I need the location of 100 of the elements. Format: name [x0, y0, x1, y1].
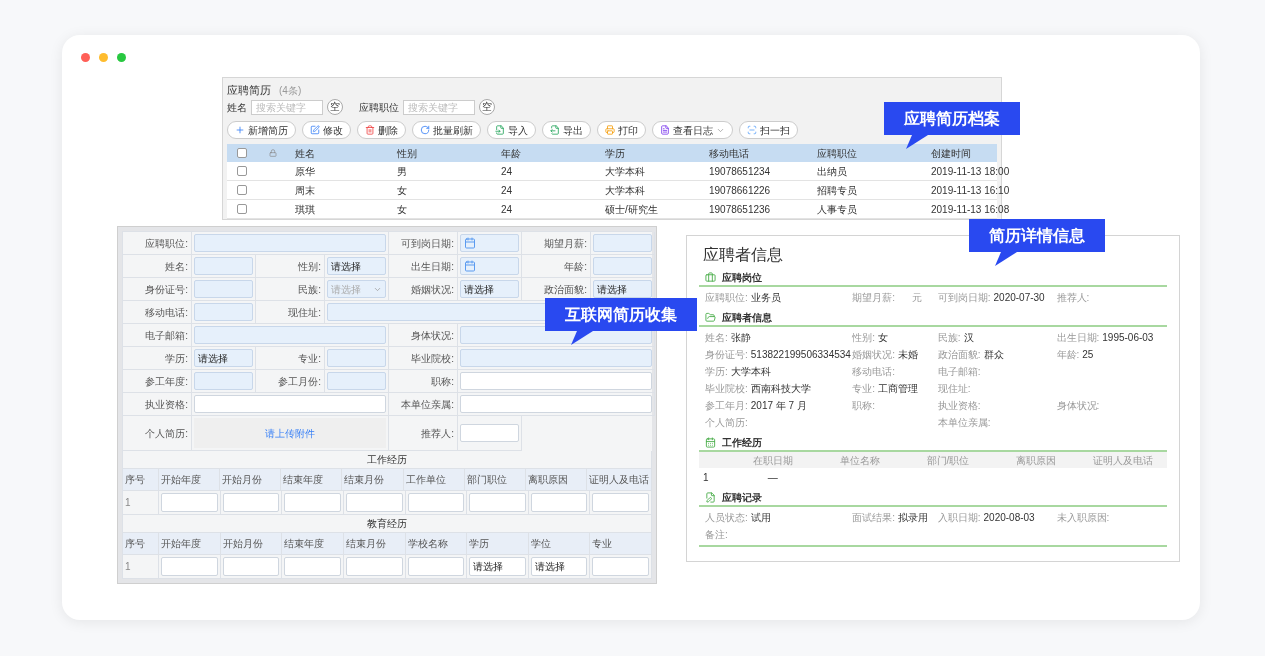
field-label: 可到岗日期: — [401, 236, 454, 251]
select-field[interactable]: 请选择 — [327, 257, 386, 275]
toolbar-button[interactable]: 打印 — [597, 121, 646, 139]
field-value: 2020-07-30 — [993, 291, 1045, 305]
table-cell-text: 大学本科 — [604, 183, 646, 198]
input-field[interactable] — [407, 493, 465, 512]
printer-icon — [605, 125, 615, 135]
input-field[interactable] — [284, 557, 341, 576]
input-field[interactable] — [345, 557, 403, 576]
input-field[interactable] — [194, 234, 386, 252]
field-value: 张静 — [730, 331, 751, 345]
field-label: 出生日期: — [1056, 331, 1100, 345]
export-icon — [550, 125, 560, 135]
input-field[interactable] — [161, 557, 218, 576]
column-header[interactable]: 创建时间 — [925, 145, 997, 161]
select-field[interactable]: 请选择 — [194, 349, 253, 367]
checkbox[interactable] — [237, 185, 247, 195]
field-label: 电子邮箱: — [145, 328, 188, 343]
toolbar-button[interactable]: 导入 — [487, 121, 536, 139]
column-header: 学历 — [469, 537, 490, 551]
table-cell-text: 原华 — [294, 164, 316, 179]
field-label: 执业资格: — [937, 399, 981, 413]
input-field[interactable] — [222, 493, 280, 512]
input-field[interactable] — [194, 395, 386, 413]
input-field[interactable] — [194, 326, 386, 344]
input-field[interactable] — [593, 257, 652, 275]
table-cell-text: 2019-11-13 18:00 — [930, 164, 1011, 179]
field-label: 应聘职位: — [705, 291, 748, 305]
column-header[interactable]: 应聘职位 — [811, 145, 925, 161]
field-label: 身体状况: — [1056, 399, 1100, 413]
table-cell-text: 招聘专员 — [816, 183, 858, 198]
field-label: 毕业院校: — [705, 382, 748, 396]
input-field[interactable] — [469, 493, 526, 512]
table-cell-text: — — [766, 470, 779, 485]
column-header[interactable]: 年龄 — [495, 145, 599, 161]
column-header[interactable]: 性别 — [391, 145, 495, 161]
callout-pointer-tooltip — [906, 135, 928, 149]
input-field[interactable] — [407, 557, 465, 576]
input-field[interactable] — [327, 349, 386, 367]
toolbar-button[interactable]: 删除 — [357, 121, 406, 139]
field-label: 参工月份: — [278, 374, 321, 389]
input-field[interactable] — [284, 493, 341, 512]
toolbar-button[interactable]: 修改 — [302, 121, 351, 139]
input-field[interactable] — [460, 424, 519, 442]
input-field[interactable] — [194, 303, 253, 321]
column-header: 序号 — [125, 473, 145, 487]
input-field[interactable] — [194, 280, 253, 298]
select-field[interactable]: 请选择 — [460, 280, 519, 298]
input-field[interactable] — [460, 349, 652, 367]
field-label: 执业资格: — [145, 397, 188, 412]
edit-icon — [310, 125, 320, 135]
select-field[interactable]: 请选择 — [530, 557, 588, 576]
toolbar-button[interactable]: 批量刷新 — [412, 121, 481, 139]
column-header[interactable]: 移动电话 — [703, 145, 811, 161]
table-cell-text: 24 — [500, 164, 514, 179]
select-field[interactable]: 请选择 — [469, 557, 526, 576]
date-field[interactable] — [460, 257, 519, 275]
date-field[interactable] — [460, 234, 519, 252]
column-header: 部门职位 — [466, 473, 507, 487]
toolbar-button[interactable]: 查看日志 — [652, 121, 733, 139]
field-label: 民族: — [298, 282, 321, 297]
input-field[interactable] — [345, 493, 403, 512]
toolbar-button[interactable]: 扫一扫 — [739, 121, 798, 139]
input-field[interactable] — [161, 493, 218, 512]
field-value: 未婚 — [898, 348, 919, 362]
input-field[interactable] — [327, 372, 386, 390]
toolbar-button[interactable]: 新增简历 — [227, 121, 296, 139]
field-label: 政治面貌: — [544, 282, 587, 297]
input-field[interactable] — [530, 493, 588, 512]
calendar-icon — [464, 260, 476, 272]
input-field[interactable] — [194, 257, 253, 275]
field-value: 汉 — [963, 331, 974, 345]
checkbox[interactable] — [237, 148, 247, 158]
clear-button[interactable]: 空 — [327, 99, 343, 115]
field-label: 期望月薪: — [544, 236, 587, 251]
column-header[interactable]: 学历 — [599, 145, 703, 161]
field-label: 个人简历: — [145, 426, 188, 441]
column-header: 单位名称 — [839, 453, 882, 468]
field-value: 试用 — [750, 511, 771, 525]
column-header[interactable]: 姓名 — [289, 145, 391, 161]
input-field[interactable] — [194, 372, 253, 390]
input-field[interactable] — [460, 372, 652, 390]
input-field[interactable] — [222, 557, 280, 576]
column-header: 证明人及电话 — [1092, 453, 1155, 468]
checkbox[interactable] — [237, 204, 247, 214]
input-field[interactable] — [592, 493, 649, 512]
clear-button[interactable]: 空 — [479, 99, 495, 115]
toolbar-button[interactable]: 导出 — [542, 121, 591, 139]
section-title: 应聘记录 — [722, 490, 762, 505]
section-title: 教育经历 — [367, 517, 407, 531]
column-header: 专业 — [592, 537, 613, 551]
field-label: 出生日期: — [411, 259, 454, 274]
input-field[interactable] — [593, 234, 652, 252]
input-field[interactable] — [460, 395, 652, 413]
input-field[interactable] — [592, 557, 649, 576]
select-field[interactable]: 请选择 — [593, 280, 652, 298]
table-cell-text: 19078651236 — [708, 202, 772, 217]
field-value: 1995-06-03 — [1102, 331, 1154, 345]
row-number: 1 — [125, 560, 131, 574]
checkbox[interactable] — [237, 166, 247, 176]
